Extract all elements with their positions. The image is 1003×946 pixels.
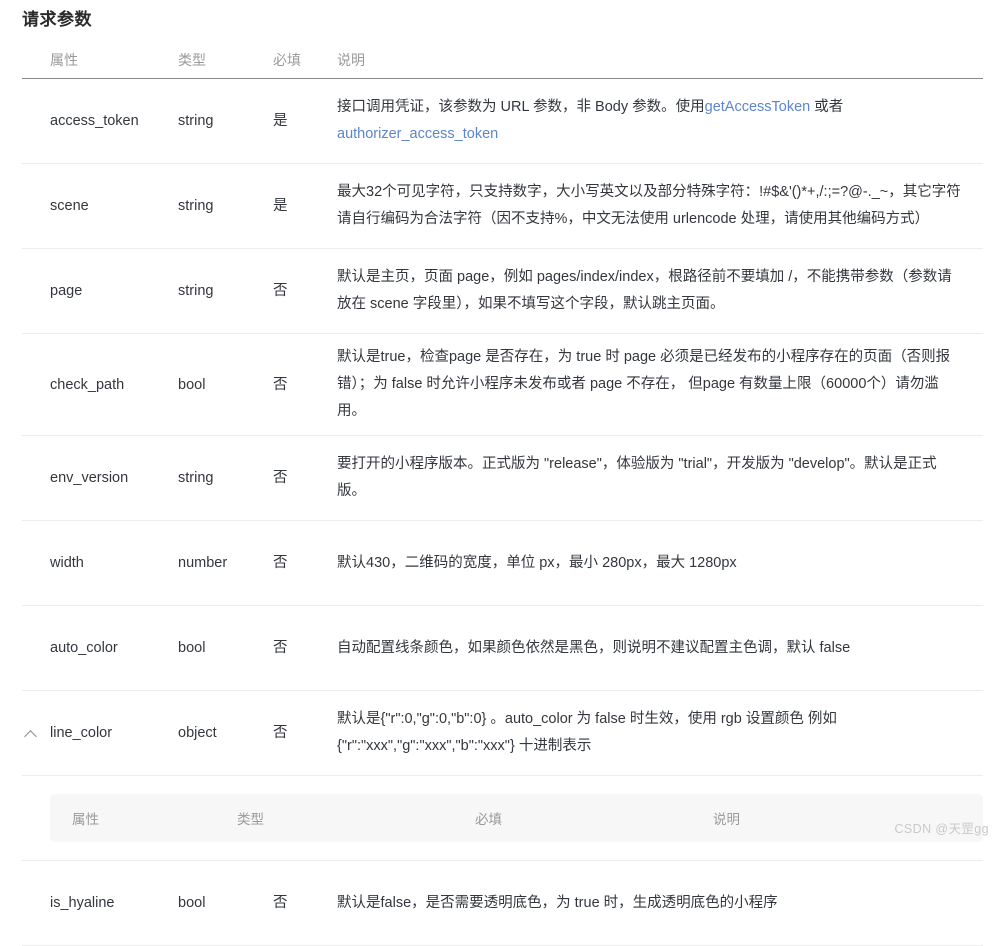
table-row: is_hyaline bool 否 默认是false，是否需要透明底色，为 true … — [22, 861, 983, 946]
param-required: 否 — [273, 640, 288, 656]
table-header-description: 说明 — [337, 52, 365, 68]
param-type: object — [178, 725, 217, 741]
table-row: scene string 是 最大32个可见字符，只支持数字，大小写英文以及部分特殊字… — [22, 164, 983, 249]
nested-table-header-type: 类型 — [237, 812, 264, 827]
table-row: line_color object 否 默认是{"r":0,"g":0,"b":0} … — [22, 691, 983, 776]
param-description: 最大32个可见字符，只支持数字，大小写英文以及部分特殊字符：!#$&'()*+,… — [337, 184, 961, 227]
param-required: 否 — [273, 895, 288, 911]
param-type: bool — [178, 895, 206, 911]
description-text: 接口调用凭证，该参数为 URL 参数，非 Body 参数。使用 — [337, 99, 705, 115]
param-required: 否 — [273, 283, 288, 299]
chevron-up-icon[interactable] — [22, 729, 50, 743]
param-type: bool — [178, 640, 206, 656]
param-description: 默认430，二维码的宽度，单位 px，最小 280px，最大 1280px — [337, 554, 737, 571]
param-name: is_hyaline — [50, 895, 115, 911]
param-type: string — [178, 198, 214, 214]
table-header-type: 类型 — [178, 52, 206, 68]
nested-table-header-required: 必填 — [475, 812, 502, 827]
param-name: scene — [50, 198, 89, 214]
description-text: 或者 — [810, 99, 844, 115]
param-required: 否 — [273, 725, 288, 741]
param-description: 自动配置线条颜色，如果颜色依然是黑色，则说明不建议配置主色调，默认 false — [337, 639, 851, 656]
doc-link[interactable]: authorizer_access_token — [337, 126, 498, 142]
param-description: 默认是{"r":0,"g":0,"b":0} 。auto_color 为 fal… — [337, 711, 837, 754]
param-description: 默认是主页，页面 page，例如 pages/index/index，根路径前不… — [337, 269, 952, 312]
param-type: string — [178, 113, 214, 129]
nested-param-table: 属性 类型 必填 说明 — [22, 776, 983, 861]
param-name: check_path — [50, 376, 125, 393]
csdn-watermark: CSDN @天罡gg — [894, 822, 989, 836]
param-required: 否 — [273, 376, 288, 393]
param-description: 默认是true，检查page 是否存在，为 true 时 page 必须是已经发… — [337, 349, 951, 419]
param-required: 是 — [273, 198, 288, 214]
doc-link[interactable]: getAccessToken — [705, 99, 811, 115]
param-type: bool — [178, 376, 206, 393]
param-description: 要打开的小程序版本。正式版为 "release"，体验版为 "trial"，开发… — [337, 456, 937, 499]
param-name: env_version — [50, 470, 129, 486]
param-required: 否 — [273, 555, 288, 571]
request-params-table: 属性 类型 必填 说明 access_token string 是接口调用凭证，该参… — [0, 42, 1003, 946]
param-name: line_color — [50, 725, 113, 741]
table-row: auto_color bool 否 自动配置线条颜色，如果颜色依然是黑色，则说明不建议… — [22, 606, 983, 691]
param-name: access_token — [50, 113, 139, 129]
param-type: string — [178, 283, 214, 299]
param-type: number — [178, 555, 228, 571]
param-type: string — [178, 470, 214, 486]
param-description: 默认是false，是否需要透明底色，为 true 时，生成透明底色的小程序 — [337, 894, 778, 911]
chevron-up-glyph — [24, 729, 37, 743]
table-header-row: 属性 类型 必填 说明 — [0, 42, 1003, 78]
table-body: access_token string 是接口调用凭证，该参数为 URL 参数，非 … — [0, 79, 1003, 946]
nested-table-header-name: 属性 — [72, 812, 99, 827]
table-row: check_path bool 否 默认是true，检查page 是否存在，为 tru… — [22, 334, 983, 436]
table-header-name: 属性 — [50, 52, 78, 68]
param-name: page — [50, 283, 83, 299]
param-description: 接口调用凭证，该参数为 URL 参数，非 Body 参数。使用getAccess… — [337, 84, 983, 158]
table-row: env_version string 否 要打开的小程序版本。正式版为 "releas… — [22, 436, 983, 521]
table-header-required: 必填 — [273, 52, 301, 68]
table-row: width number 否 默认430，二维码的宽度，单位 px，最小 280px，… — [22, 521, 983, 606]
table-row: access_token string 是 接口调用凭证，该参数为 URL 参数，非 … — [22, 79, 983, 164]
page-title: 请求参数 — [22, 10, 92, 29]
param-name: width — [50, 555, 84, 571]
param-required: 否 — [273, 470, 288, 486]
table-row: page string 否 默认是主页，页面 page，例如 pages/index/… — [22, 249, 983, 334]
nested-table-header-row: 属性 类型 必填 说明 — [50, 794, 983, 842]
param-name: auto_color — [50, 640, 118, 656]
param-required: 是 — [273, 113, 288, 129]
